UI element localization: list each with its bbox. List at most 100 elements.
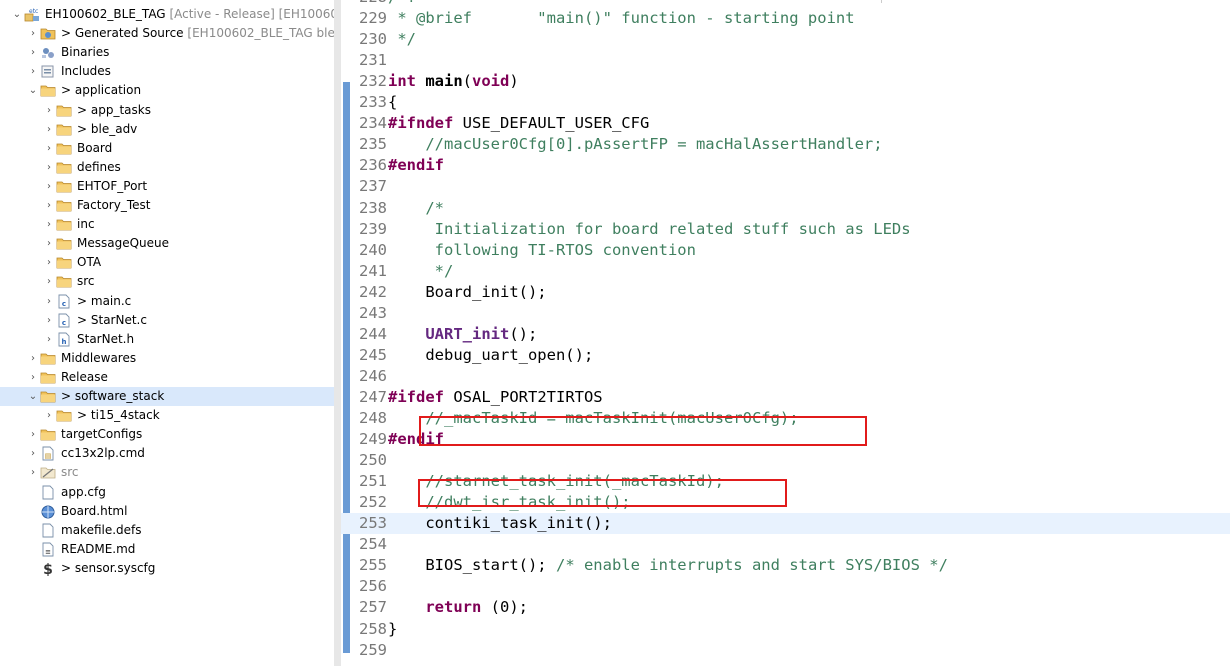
code-text: int main(void) <box>388 72 519 91</box>
tree-item-label: cc13x2lp.cmd <box>61 444 145 463</box>
chevron-right-icon[interactable]: › <box>28 444 38 463</box>
code-text: BIOS_start(); /* enable interrupts and s… <box>388 556 948 575</box>
line-number: 255 <box>359 556 387 575</box>
tree-item-main-c[interactable]: › c > main.c <box>0 292 334 311</box>
chevron-right-icon[interactable]: › <box>44 215 54 234</box>
item-name: EH100602_BLE_TAG <box>45 7 166 21</box>
code-line[interactable]: 235 //macUser0Cfg[0].pAssertFP = macHalA… <box>341 134 1230 155</box>
code-line[interactable]: 244 UART_init(); <box>341 324 1230 345</box>
tree-item-targetconfigs[interactable]: › targetConfigs <box>0 425 334 444</box>
tree-item-src[interactable]: › src <box>0 463 334 482</box>
tree-item-eh100602-ble-tag[interactable]: ⌄ etc EH100602_BLE_TAG [Active - Release] … <box>0 5 334 24</box>
code-line[interactable]: 246 <box>341 366 1230 387</box>
tree-item-cc13x2lp-cmd[interactable]: › ▤ cc13x2lp.cmd <box>0 444 334 463</box>
chevron-down-icon[interactable]: ⌄ <box>28 81 38 100</box>
code-line[interactable]: 234 #ifndef USE_DEFAULT_USER_CFG <box>341 113 1230 134</box>
chevron-right-icon[interactable]: › <box>28 463 38 482</box>
line-number: 253 <box>359 514 387 533</box>
code-text: Initialization for board related stuff s… <box>388 219 911 238</box>
tree-item-ti15-4stack[interactable]: › > ti15_4stack <box>0 406 334 425</box>
item-name: src <box>61 465 79 480</box>
tree-item-release[interactable]: › Release <box>0 368 334 387</box>
code-line[interactable]: 247 #ifdef OSAL_PORT2TIRTOS <box>341 387 1230 408</box>
code-line[interactable]: 242 Board_init(); <box>341 282 1230 303</box>
chevron-right-icon[interactable]: › <box>28 425 38 444</box>
tree-item-starnet-c[interactable]: › c > StarNet.c <box>0 311 334 330</box>
chevron-right-icon[interactable]: › <box>28 368 38 387</box>
chevron-right-icon[interactable]: › <box>44 330 54 349</box>
tree-item-makefile-defs[interactable]: makefile.defs <box>0 521 334 540</box>
chevron-right-icon[interactable]: › <box>44 120 54 139</box>
tree-item-app-tasks[interactable]: › > app_tasks <box>0 101 334 120</box>
code-line[interactable]: 236 #endif <box>341 155 1230 176</box>
code-line[interactable]: 240 following TI-RTOS convention <box>341 240 1230 261</box>
code-line[interactable]: 237 <box>341 176 1230 197</box>
tree-item-defines[interactable]: › defines <box>0 158 334 177</box>
chevron-right-icon[interactable]: › <box>44 272 54 291</box>
code-line[interactable]: 239 Initialization for board related stu… <box>341 219 1230 240</box>
code-line[interactable]: 229 * @brief "main()" function - startin… <box>341 8 1230 29</box>
highlight-box-mac-task-init <box>419 416 867 446</box>
tree-item-application[interactable]: ⌄ > application <box>0 81 334 100</box>
chevron-down-icon[interactable]: ⌄ <box>28 387 38 406</box>
tree-item-ble-adv[interactable]: › > ble_adv <box>0 120 334 139</box>
explorer-scrollbar[interactable] <box>334 0 341 666</box>
tree-item-includes[interactable]: › Includes <box>0 62 334 81</box>
tree-item-generated-source[interactable]: › > Generated Source [EH100602_BLE_TAG bl… <box>0 24 334 43</box>
code-line[interactable]: 238 /* <box>341 198 1230 219</box>
chevron-right-icon[interactable]: › <box>44 406 54 425</box>
tree-item-starnet-h[interactable]: › h StarNet.h <box>0 330 334 349</box>
chevron-right-icon[interactable]: › <box>44 234 54 253</box>
code-line[interactable]: 256 <box>341 576 1230 597</box>
tree-item-readme-md[interactable]: ≡ README.md <box>0 540 334 559</box>
code-line[interactable]: 243 <box>341 303 1230 324</box>
tree-item-sensor-syscfg[interactable]: $ > sensor.syscfg <box>0 559 334 578</box>
code-line[interactable]: 255 BIOS_start(); /* enable interrupts a… <box>341 555 1230 576</box>
code-line[interactable]: 253 contiki_task_init(); <box>341 513 1230 535</box>
tree-item-factory-test[interactable]: › Factory_Test <box>0 196 334 215</box>
tree-item-ota[interactable]: › OTA <box>0 253 334 272</box>
code-line[interactable]: 254 <box>341 534 1230 555</box>
chevron-right-icon[interactable]: › <box>44 311 54 330</box>
line-number: 250 <box>359 451 387 470</box>
tree-item-middlewares[interactable]: › Middlewares <box>0 349 334 368</box>
item-name: MessageQueue <box>77 236 170 251</box>
chevron-right-icon[interactable]: › <box>28 24 38 43</box>
code-line[interactable]: 228/*! <box>341 0 1230 8</box>
tree-item-ehtof-port[interactable]: › EHTOF_Port <box>0 177 334 196</box>
tree-item-app-cfg[interactable]: app.cfg <box>0 483 334 502</box>
chevron-right-icon[interactable]: › <box>28 43 38 62</box>
chevron-right-icon[interactable]: › <box>28 349 38 368</box>
code-line[interactable]: 233{ <box>341 92 1230 113</box>
code-line[interactable]: 259 <box>341 640 1230 661</box>
chevron-right-icon[interactable]: › <box>44 177 54 196</box>
chevron-down-icon[interactable]: ⌄ <box>12 5 22 24</box>
code-line[interactable]: 231 <box>341 50 1230 71</box>
chevron-right-icon[interactable]: › <box>28 62 38 81</box>
code-line[interactable]: 257 return (0); <box>341 597 1230 618</box>
code-line[interactable]: 258} <box>341 619 1230 640</box>
tree-item-inc[interactable]: › inc <box>0 215 334 234</box>
tree-item-board[interactable]: › Board <box>0 139 334 158</box>
chevron-right-icon[interactable]: › <box>44 292 54 311</box>
line-number: 247 <box>359 387 387 406</box>
chevron-right-icon[interactable]: › <box>44 253 54 272</box>
dirty-marker: > <box>77 408 91 423</box>
code-line[interactable]: 232 int main(void) <box>341 71 1230 92</box>
tree-item-messagequeue[interactable]: › MessageQueue <box>0 234 334 253</box>
chevron-right-icon[interactable]: › <box>44 139 54 158</box>
tree-item-software-stack[interactable]: ⌄ > software_stack <box>0 387 334 406</box>
chevron-right-icon[interactable]: › <box>44 158 54 177</box>
chevron-right-icon[interactable]: › <box>44 196 54 215</box>
tree-item-binaries[interactable]: › Binaries <box>0 43 334 62</box>
chevron-right-icon[interactable]: › <box>44 101 54 120</box>
tree-item-board-html[interactable]: Board.html <box>0 502 334 521</box>
tree-item-src[interactable]: › src <box>0 272 334 291</box>
code-line[interactable]: 250 <box>341 450 1230 471</box>
code-editor[interactable]: 228/*!229 * @brief "main()" function - s… <box>341 0 1230 666</box>
tree-item-label: OTA <box>77 253 101 272</box>
code-line[interactable]: 241 */ <box>341 261 1230 282</box>
code-line[interactable]: 230 */ <box>341 29 1230 50</box>
code-line[interactable]: 245 debug_uart_open(); <box>341 345 1230 366</box>
line-number: 229 <box>359 9 387 28</box>
